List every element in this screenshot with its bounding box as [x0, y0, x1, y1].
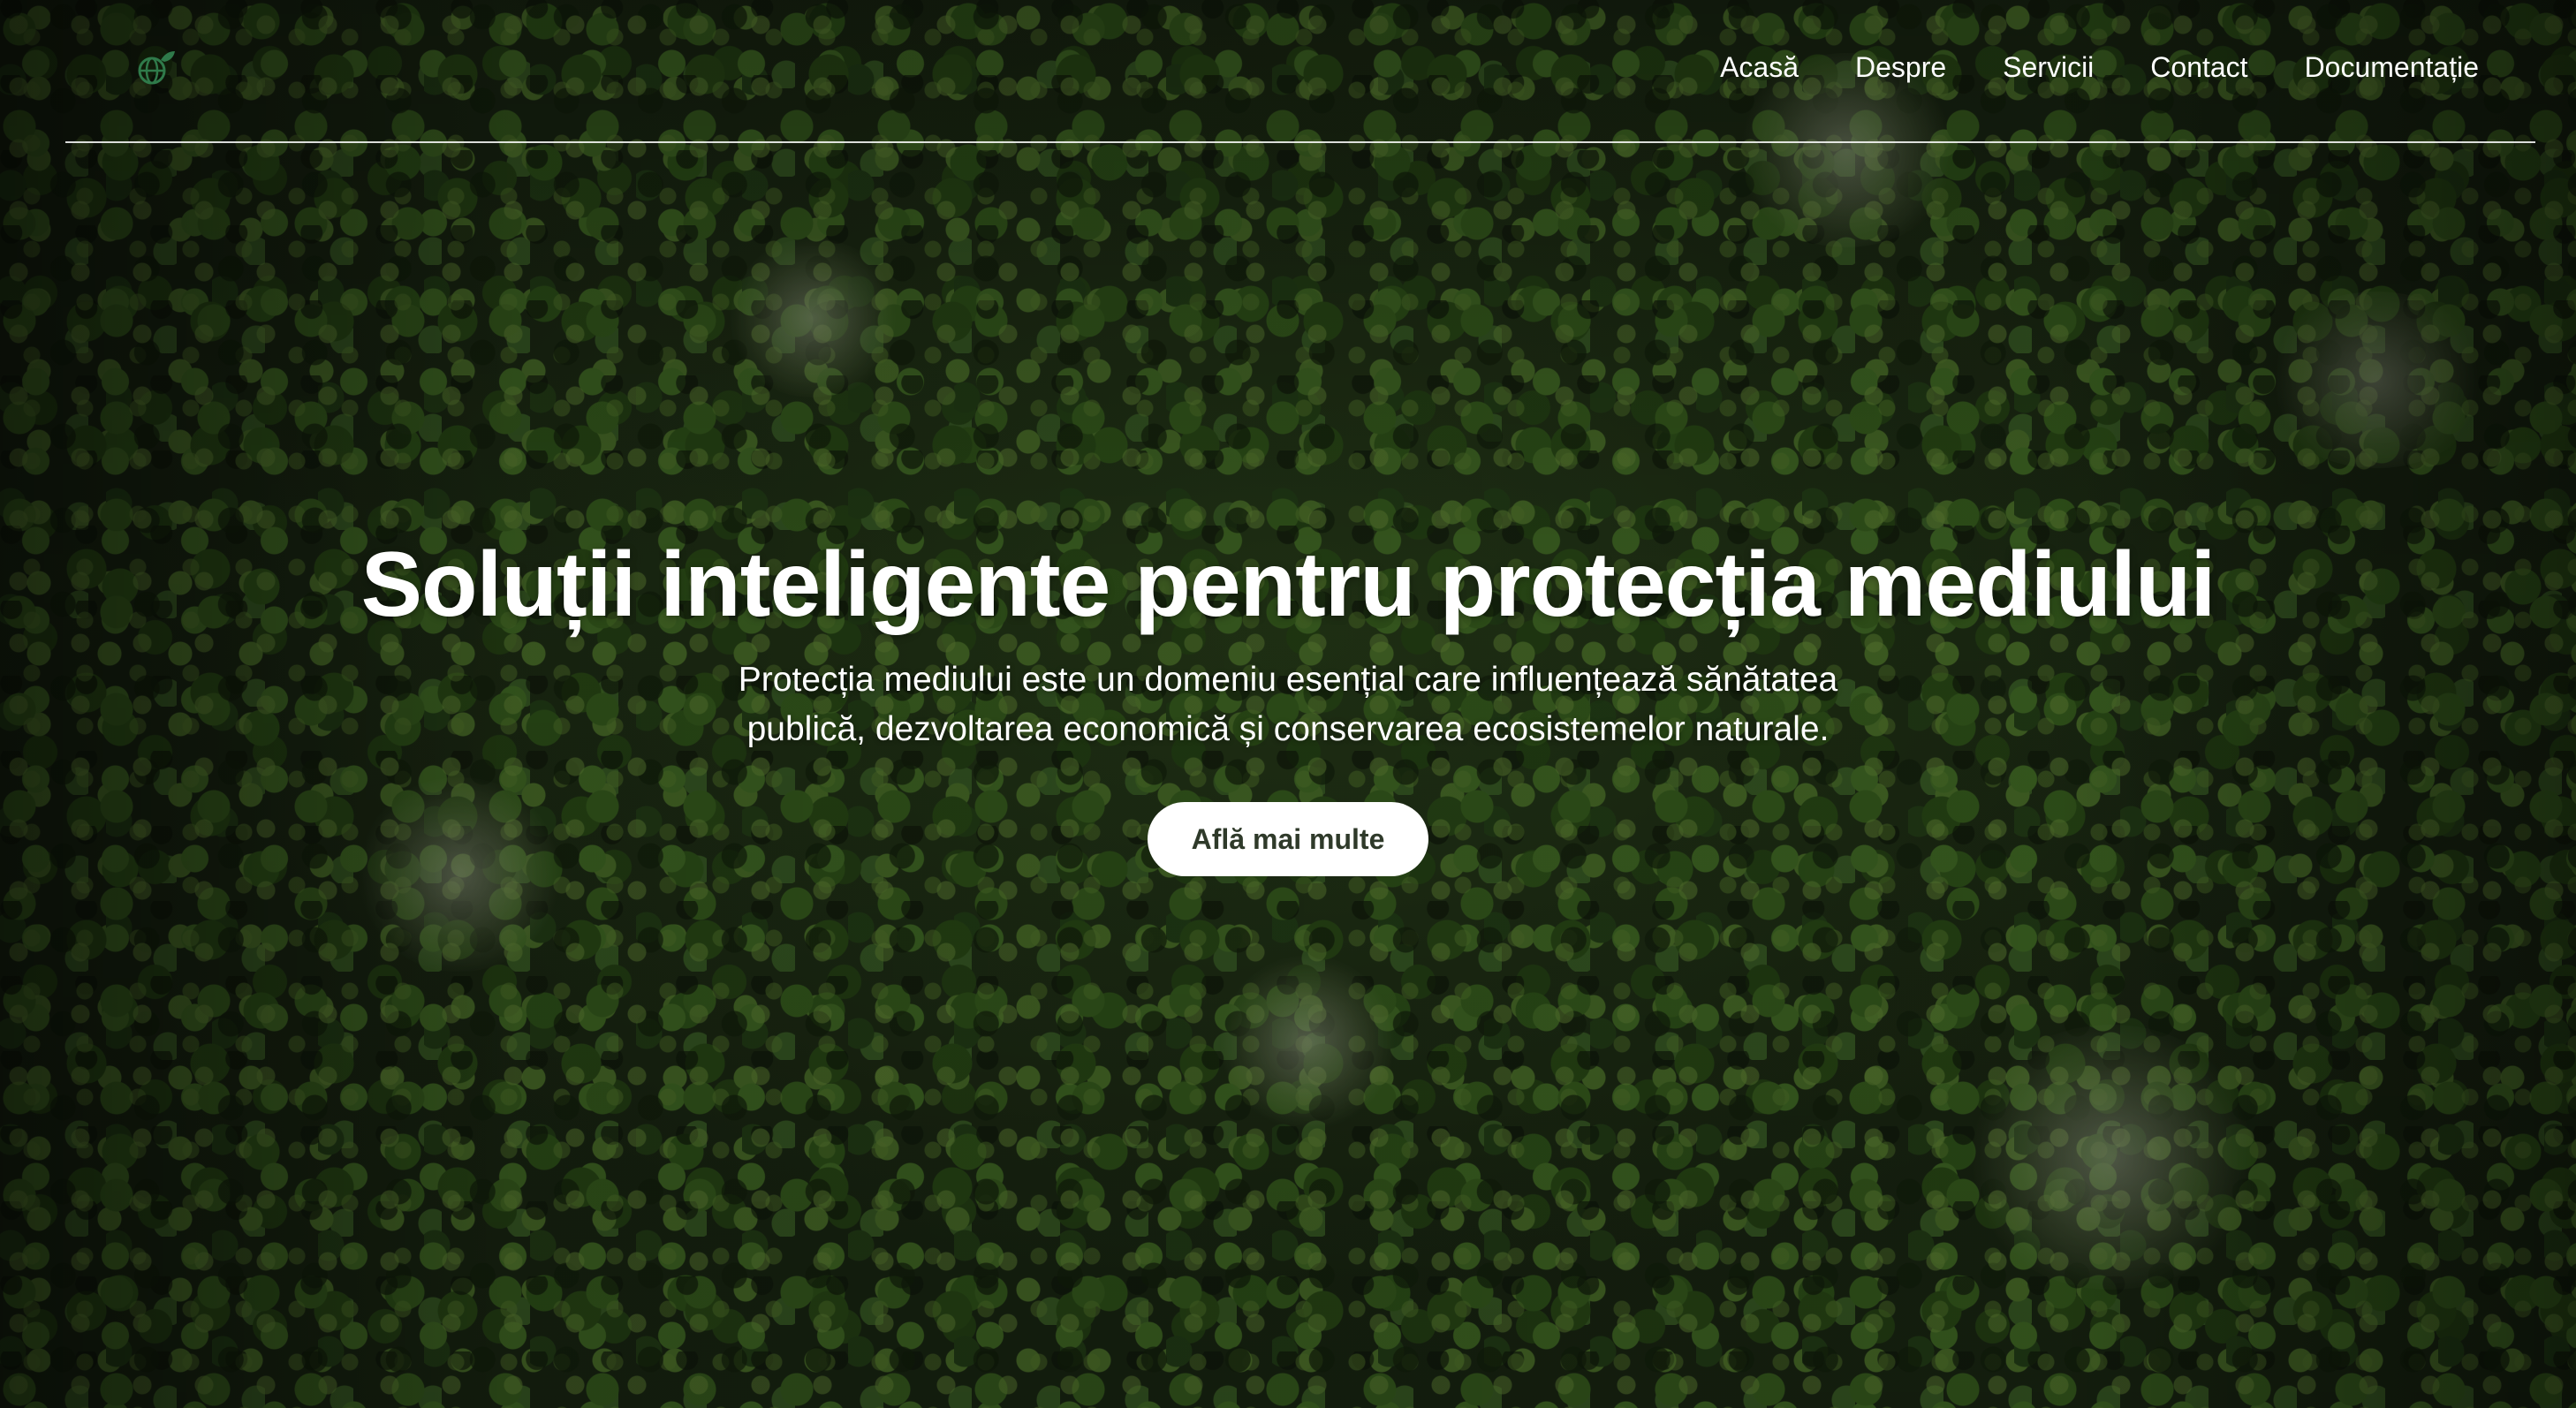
eco-globe-icon[interactable] — [134, 48, 177, 90]
nav-link-contact[interactable]: Contact — [2150, 51, 2247, 84]
hero-page: Acasă Despre Servicii Contact Documentaț… — [0, 0, 2576, 1408]
nav-link-documentatie[interactable]: Documentație — [2305, 51, 2479, 84]
hero-section: Soluții inteligente pentru protecția med… — [0, 530, 2576, 876]
hero-subtitle: Protecția mediului este un domeniu esenț… — [738, 661, 1838, 748]
nav-link-servicii[interactable]: Servicii — [2003, 51, 2094, 84]
nav-link-acasa[interactable]: Acasă — [1720, 51, 1799, 84]
nav-links: Acasă Despre Servicii Contact Documentaț… — [1720, 51, 2479, 84]
navbar: Acasă Despre Servicii Contact Documentaț… — [65, 0, 2535, 143]
nav-link-despre[interactable]: Despre — [1855, 51, 1946, 84]
hero-title: Soluții inteligente pentru protecția med… — [360, 534, 2216, 636]
learn-more-button[interactable]: Află mai multe — [1147, 802, 1429, 876]
